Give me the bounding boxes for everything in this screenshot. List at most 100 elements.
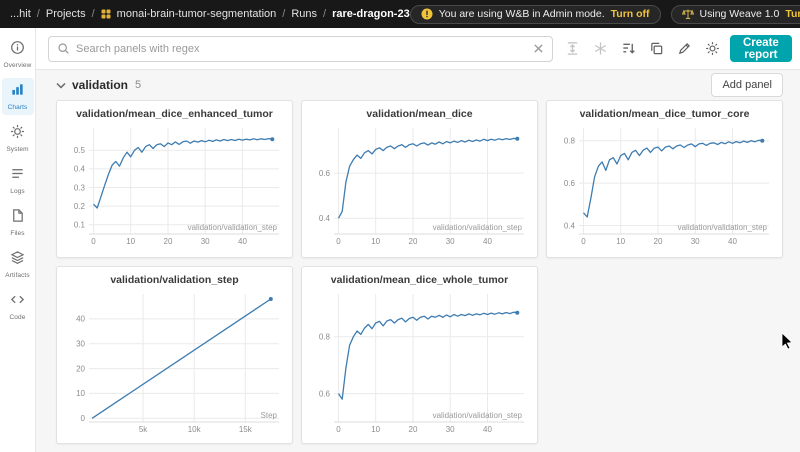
svg-text:0.3: 0.3: [74, 183, 86, 192]
log-lines-icon: [10, 166, 25, 186]
panel-title: validation/mean_dice_whole_tumor: [308, 274, 531, 286]
sidebar-item-charts[interactable]: Charts: [2, 78, 34, 115]
panel-mean-dice-tumor-core[interactable]: validation/mean_dice_tumor_core 0.4 0.6 0.…: [546, 100, 783, 258]
breadcrumb: ...hit / Projects / monai-brain-tumor-se…: [10, 8, 410, 20]
section-panel-count: 5: [135, 79, 141, 91]
line-chart[interactable]: 0.60.8010203040validation/validation_ste…: [307, 289, 532, 437]
svg-text:0.4: 0.4: [319, 214, 331, 223]
line-chart[interactable]: 0.10.20.30.40.5010203040validation/valid…: [62, 123, 287, 249]
bar-chart-icon: [10, 82, 25, 102]
svg-text:0.8: 0.8: [319, 333, 331, 342]
panels-toolbar: Create report: [36, 28, 800, 70]
svg-text:0.4: 0.4: [564, 221, 576, 230]
section-validation-header: validation 5 Add panel: [56, 74, 783, 96]
svg-text:10: 10: [371, 425, 380, 434]
svg-text:0: 0: [581, 237, 586, 246]
line-chart[interactable]: 0102030405k10k15kStep: [62, 289, 287, 437]
copy-panels-icon[interactable]: [649, 41, 664, 56]
line-chart[interactable]: 0.40.60.8010203040validation/validation_…: [552, 123, 777, 249]
line-chart[interactable]: 0.40.6010203040validation/validation_ste…: [307, 123, 532, 249]
search-icon: [57, 42, 70, 55]
panel-mean-dice[interactable]: validation/mean_dice 0.40.6010203040vali…: [301, 100, 538, 258]
alert-circle-icon: [421, 8, 433, 20]
sidebar-item-artifacts[interactable]: Artifacts: [2, 246, 34, 283]
add-panel-button[interactable]: Add panel: [711, 73, 783, 97]
run-sidebar: Overview Charts System Logs Files Artifa…: [0, 28, 36, 452]
svg-text:0.2: 0.2: [74, 202, 86, 211]
svg-text:40: 40: [483, 237, 492, 246]
svg-text:30: 30: [446, 237, 455, 246]
panel-title: validation/mean_dice_enhanced_tumor: [63, 108, 286, 120]
breadcrumb-projects[interactable]: Projects: [46, 8, 86, 20]
svg-text:0.6: 0.6: [564, 179, 576, 188]
breadcrumb-user[interactable]: ...hit: [10, 8, 31, 20]
panels-row-1: validation/mean_dice_enhanced_tumor 0.10…: [56, 100, 783, 258]
layers-stack-icon: [10, 250, 25, 270]
svg-text:10: 10: [76, 389, 85, 398]
svg-text:30: 30: [76, 340, 85, 349]
panel-mean-dice-whole-tumor[interactable]: validation/mean_dice_whole_tumor 0.60.80…: [301, 266, 538, 444]
svg-text:0: 0: [336, 237, 341, 246]
breadcrumb-runs[interactable]: Runs: [291, 8, 317, 20]
svg-text:20: 20: [76, 364, 85, 373]
svg-text:0.4: 0.4: [74, 165, 86, 174]
svg-text:0.5: 0.5: [74, 146, 86, 155]
svg-text:0.6: 0.6: [319, 169, 331, 178]
sidebar-item-overview[interactable]: Overview: [2, 36, 34, 73]
breadcrumb-project[interactable]: monai-brain-tumor-segmentation: [117, 8, 277, 20]
svg-text:5k: 5k: [139, 425, 148, 434]
admin-turn-off-link[interactable]: Turn off: [611, 8, 650, 20]
sidebar-item-logs[interactable]: Logs: [2, 162, 34, 199]
snowflake-icon[interactable]: [593, 41, 608, 56]
panel-title: validation/mean_dice_tumor_core: [553, 108, 776, 120]
sidebar-item-files[interactable]: Files: [2, 204, 34, 241]
expand-panels-icon[interactable]: [565, 41, 580, 56]
svg-text:10: 10: [371, 237, 380, 246]
chevron-down-icon[interactable]: [56, 82, 66, 89]
admin-banner-text: You are using W&B in Admin mode.: [439, 8, 605, 20]
svg-text:20: 20: [409, 425, 418, 434]
svg-text:Step: Step: [261, 411, 278, 420]
panels-area: validation 5 Add panel validation/mean_d…: [36, 70, 800, 452]
code-icon: [10, 292, 25, 312]
svg-text:40: 40: [238, 237, 247, 246]
create-report-button[interactable]: Create report: [730, 35, 792, 62]
topbar: ...hit / Projects / monai-brain-tumor-se…: [0, 0, 800, 28]
file-icon: [10, 208, 25, 228]
svg-text:30: 30: [446, 425, 455, 434]
section-title[interactable]: validation: [72, 78, 128, 92]
gear-icon: [10, 124, 25, 144]
toolbar-icons: [565, 41, 720, 56]
panel-validation-step[interactable]: validation/validation_step 0102030405k10…: [56, 266, 293, 444]
svg-text:40: 40: [76, 315, 85, 324]
sidebar-item-label: Logs: [10, 188, 25, 195]
svg-text:0: 0: [81, 414, 86, 423]
weave-turn-off-link[interactable]: Turn off: [785, 8, 800, 20]
panels-row-2: validation/validation_step 0102030405k10…: [56, 266, 783, 444]
breadcrumb-run-name[interactable]: rare-dragon-23: [332, 8, 410, 20]
svg-text:validation/validation_step: validation/validation_step: [678, 223, 768, 232]
settings-gear-icon[interactable]: [705, 41, 720, 56]
info-icon: [10, 40, 25, 60]
search-input[interactable]: [76, 43, 527, 55]
panel-search[interactable]: [48, 36, 553, 62]
sidebar-item-code[interactable]: Code: [2, 288, 34, 325]
svg-text:40: 40: [728, 237, 737, 246]
panel-mean-dice-enhanced-tumor[interactable]: validation/mean_dice_enhanced_tumor 0.10…: [56, 100, 293, 258]
sort-panels-icon[interactable]: [621, 41, 636, 56]
project-icon: [101, 9, 111, 19]
scale-icon: [682, 8, 694, 20]
sidebar-item-system[interactable]: System: [2, 120, 34, 157]
sidebar-item-label: Artifacts: [5, 272, 29, 279]
svg-text:20: 20: [409, 237, 418, 246]
sidebar-item-label: System: [6, 146, 28, 153]
breadcrumb-separator: /: [323, 8, 326, 20]
clear-search-icon[interactable]: [533, 43, 544, 54]
svg-text:0.8: 0.8: [564, 137, 576, 146]
svg-text:10: 10: [616, 237, 625, 246]
sidebar-item-label: Code: [10, 314, 26, 321]
svg-text:0.6: 0.6: [319, 389, 331, 398]
svg-text:15k: 15k: [239, 425, 253, 434]
svg-text:30: 30: [201, 237, 210, 246]
edit-panels-icon[interactable]: [677, 41, 692, 56]
